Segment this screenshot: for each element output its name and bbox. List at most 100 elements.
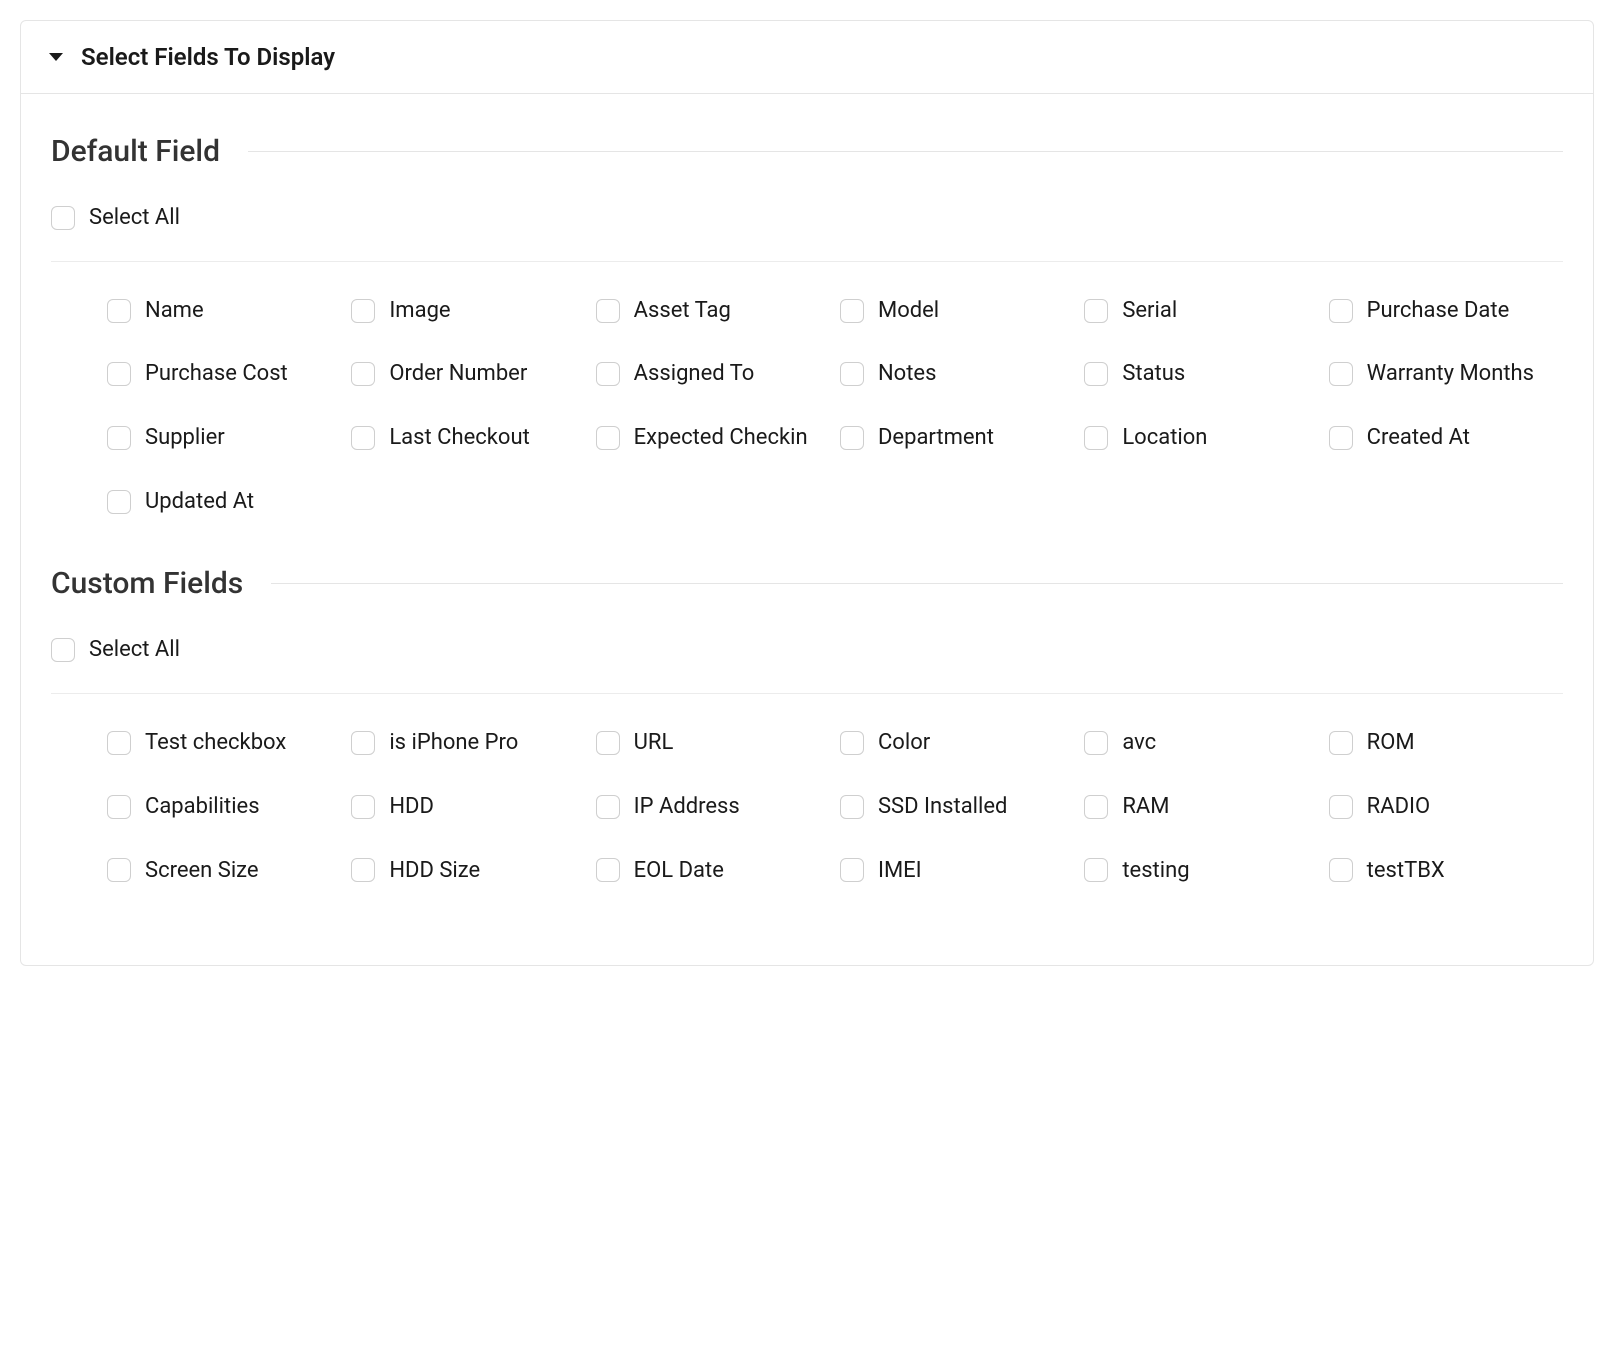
checkbox[interactable] <box>107 426 131 450</box>
field-hdd-size[interactable]: HDD Size <box>351 856 585 886</box>
checkbox[interactable] <box>51 206 75 230</box>
field-department[interactable]: Department <box>840 423 1074 453</box>
field-label: IP Address <box>634 792 740 822</box>
field-test-checkbox[interactable]: Test checkbox <box>107 728 341 758</box>
field-rom[interactable]: ROM <box>1329 728 1563 758</box>
checkbox[interactable] <box>107 858 131 882</box>
checkbox[interactable] <box>840 426 864 450</box>
panel-header[interactable]: Select Fields To Display <box>21 21 1593 94</box>
field-label: SSD Installed <box>878 792 1007 822</box>
checkbox[interactable] <box>351 362 375 386</box>
field-label: Notes <box>878 359 936 389</box>
field-location[interactable]: Location <box>1084 423 1318 453</box>
checkbox[interactable] <box>107 731 131 755</box>
checkbox[interactable] <box>596 858 620 882</box>
checkbox[interactable] <box>840 858 864 882</box>
checkbox[interactable] <box>1084 362 1108 386</box>
field-status[interactable]: Status <box>1084 359 1318 389</box>
field-asset-tag[interactable]: Asset Tag <box>596 296 830 326</box>
field-notes[interactable]: Notes <box>840 359 1074 389</box>
checkbox[interactable] <box>840 299 864 323</box>
field-purchase-date[interactable]: Purchase Date <box>1329 296 1563 326</box>
checkbox[interactable] <box>351 426 375 450</box>
field-imei[interactable]: IMEI <box>840 856 1074 886</box>
checkbox[interactable] <box>107 795 131 819</box>
checkbox[interactable] <box>351 299 375 323</box>
section-default-field: Default Field Select All Name Image Asse… <box>51 134 1563 516</box>
field-color[interactable]: Color <box>840 728 1074 758</box>
checkbox[interactable] <box>351 858 375 882</box>
field-ram[interactable]: RAM <box>1084 792 1318 822</box>
field-label: Serial <box>1122 296 1177 326</box>
field-expected-checkin[interactable]: Expected Checkin <box>596 423 830 453</box>
checkbox[interactable] <box>1329 795 1353 819</box>
field-avc[interactable]: avc <box>1084 728 1318 758</box>
field-label: URL <box>634 728 674 758</box>
field-label: Purchase Cost <box>145 359 288 389</box>
checkbox[interactable] <box>840 731 864 755</box>
field-is-iphone-pro[interactable]: is iPhone Pro <box>351 728 585 758</box>
field-testtbx[interactable]: testTBX <box>1329 856 1563 886</box>
field-supplier[interactable]: Supplier <box>107 423 341 453</box>
checkbox[interactable] <box>840 795 864 819</box>
field-image[interactable]: Image <box>351 296 585 326</box>
field-created-at[interactable]: Created At <box>1329 423 1563 453</box>
default-fields-grid: Name Image Asset Tag Model Serial Purcha… <box>51 296 1563 517</box>
field-label: Capabilities <box>145 792 260 822</box>
checkbox[interactable] <box>51 638 75 662</box>
field-eol-date[interactable]: EOL Date <box>596 856 830 886</box>
field-label: ROM <box>1367 728 1415 758</box>
checkbox[interactable] <box>107 299 131 323</box>
section-title: Custom Fields <box>51 566 271 601</box>
checkbox[interactable] <box>1084 426 1108 450</box>
field-label: Color <box>878 728 930 758</box>
select-all-custom[interactable]: Select All <box>51 635 1563 665</box>
field-serial[interactable]: Serial <box>1084 296 1318 326</box>
checkbox[interactable] <box>351 795 375 819</box>
field-order-number[interactable]: Order Number <box>351 359 585 389</box>
field-model[interactable]: Model <box>840 296 1074 326</box>
checkbox[interactable] <box>107 362 131 386</box>
section-header: Custom Fields <box>51 566 1563 601</box>
divider <box>248 151 1563 152</box>
checkbox[interactable] <box>1329 426 1353 450</box>
field-purchase-cost[interactable]: Purchase Cost <box>107 359 341 389</box>
checkbox[interactable] <box>1084 858 1108 882</box>
checkbox[interactable] <box>1329 362 1353 386</box>
field-url[interactable]: URL <box>596 728 830 758</box>
panel-body: Default Field Select All Name Image Asse… <box>21 94 1593 965</box>
field-label: Location <box>1122 423 1207 453</box>
checkbox[interactable] <box>1329 858 1353 882</box>
field-screen-size[interactable]: Screen Size <box>107 856 341 886</box>
checkbox[interactable] <box>1084 299 1108 323</box>
field-radio[interactable]: RADIO <box>1329 792 1563 822</box>
field-label: Department <box>878 423 994 453</box>
checkbox[interactable] <box>1084 731 1108 755</box>
field-capabilities[interactable]: Capabilities <box>107 792 341 822</box>
checkbox[interactable] <box>596 426 620 450</box>
checkbox[interactable] <box>596 362 620 386</box>
field-assigned-to[interactable]: Assigned To <box>596 359 830 389</box>
field-testing[interactable]: testing <box>1084 856 1318 886</box>
field-ssd-installed[interactable]: SSD Installed <box>840 792 1074 822</box>
field-hdd[interactable]: HDD <box>351 792 585 822</box>
field-name[interactable]: Name <box>107 296 341 326</box>
checkbox[interactable] <box>107 490 131 514</box>
field-label: testing <box>1122 856 1189 886</box>
checkbox[interactable] <box>596 299 620 323</box>
field-last-checkout[interactable]: Last Checkout <box>351 423 585 453</box>
field-label: Last Checkout <box>389 423 529 453</box>
field-updated-at[interactable]: Updated At <box>107 487 341 517</box>
checkbox[interactable] <box>596 795 620 819</box>
checkbox[interactable] <box>1329 731 1353 755</box>
checkbox[interactable] <box>351 731 375 755</box>
field-warranty-months[interactable]: Warranty Months <box>1329 359 1563 389</box>
checkbox[interactable] <box>1329 299 1353 323</box>
caret-down-icon <box>49 53 63 61</box>
checkbox[interactable] <box>1084 795 1108 819</box>
field-ip-address[interactable]: IP Address <box>596 792 830 822</box>
select-all-default[interactable]: Select All <box>51 203 1563 233</box>
field-label: is iPhone Pro <box>389 728 518 758</box>
checkbox[interactable] <box>840 362 864 386</box>
checkbox[interactable] <box>596 731 620 755</box>
